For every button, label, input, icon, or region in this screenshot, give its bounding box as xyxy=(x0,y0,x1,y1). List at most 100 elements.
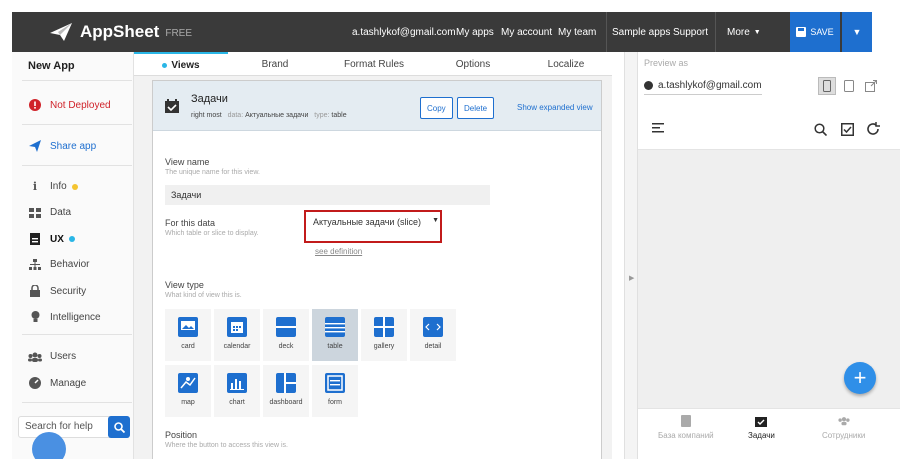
view-type-hint: What kind of view this is. xyxy=(165,292,242,299)
sidebar-item-behavior[interactable]: Behavior xyxy=(28,259,89,270)
view-type-card[interactable]: card xyxy=(165,309,211,361)
preview-collapse-toggle[interactable]: ▶ xyxy=(624,52,638,459)
plan-tier: FREE xyxy=(165,28,193,39)
view-type: table xyxy=(331,112,347,119)
copy-view-button[interactable]: Copy xyxy=(420,97,453,119)
nav-sample-apps[interactable]: Sample apps xyxy=(612,27,670,38)
map-icon xyxy=(178,373,198,393)
chat-support-button[interactable] xyxy=(32,432,66,459)
data-source-value: Актуальные задачи (slice) xyxy=(313,217,421,227)
save-button[interactable]: SAVE xyxy=(790,12,840,52)
help-search-input[interactable]: Search for help xyxy=(18,416,116,438)
users-icon xyxy=(28,352,42,362)
search-icon xyxy=(113,421,125,433)
open-in-new-window-button[interactable] xyxy=(862,77,880,95)
view-type-dashboard[interactable]: dashboard xyxy=(263,365,309,417)
sidebar-item-intelligence[interactable]: Intelligence xyxy=(28,311,101,323)
caret-right-icon: ▶ xyxy=(629,275,635,282)
bottom-nav-label: Задачи xyxy=(748,431,775,440)
bottom-nav-companies[interactable]: База компаний xyxy=(658,415,714,440)
view-type-label: gallery xyxy=(373,343,395,350)
top-nav: AppSheet FREE a.tashlykof@gmail.com My a… xyxy=(12,12,872,52)
sidebar-item-label: Data xyxy=(50,207,72,218)
nav-my-team[interactable]: My team xyxy=(558,27,596,38)
see-definition-link[interactable]: see definition xyxy=(315,247,362,256)
bottom-nav-tasks[interactable]: Задачи xyxy=(748,415,775,440)
deploy-status[interactable]: Not Deployed xyxy=(28,99,111,111)
account-email[interactable]: a.tashlykof@gmail.com xyxy=(352,27,456,38)
preview-user-select[interactable]: a.tashlykof@gmail.com xyxy=(644,80,762,95)
view-type-form[interactable]: form xyxy=(312,365,358,417)
sidebar-item-data[interactable]: Data xyxy=(28,207,71,218)
users-icon xyxy=(838,417,850,426)
share-app[interactable]: Share app xyxy=(28,140,96,152)
more-menu-button[interactable]: More ▼ xyxy=(727,27,761,38)
checkbox-select-icon[interactable] xyxy=(841,123,854,136)
preview-user-value: a.tashlykof@gmail.com xyxy=(658,80,762,91)
view-name-label: View name xyxy=(165,157,210,167)
divider xyxy=(22,334,132,335)
view-type-map[interactable]: map xyxy=(165,365,211,417)
view-type-label: card xyxy=(181,343,195,350)
view-type-detail[interactable]: detail xyxy=(410,309,456,361)
data-source-select[interactable]: Актуальные задачи (slice) ▼ xyxy=(313,217,439,227)
view-card-header[interactable]: Задачи right most data: Актуальные задач… xyxy=(153,81,601,131)
show-expanded-view-link[interactable]: Show expanded view xyxy=(517,103,593,112)
help-search-button[interactable] xyxy=(108,416,130,438)
tab-brand[interactable]: Brand xyxy=(228,52,322,76)
sidebar-item-label: Security xyxy=(50,285,87,297)
delete-view-button[interactable]: Delete xyxy=(457,97,495,119)
refresh-icon[interactable] xyxy=(866,122,880,136)
view-type-table[interactable]: table xyxy=(312,309,358,361)
phone-device-button[interactable] xyxy=(818,77,836,95)
sidebar-item-info[interactable]: i Info xyxy=(28,180,78,193)
sidebar-item-label: Behavior xyxy=(50,259,90,270)
views-editor: Задачи right most data: Актуальные задач… xyxy=(134,76,612,459)
nav-my-apps[interactable]: My apps xyxy=(456,27,494,38)
chart-icon xyxy=(227,373,247,393)
external-link-icon xyxy=(865,80,877,92)
tab-format-rules[interactable]: Format Rules xyxy=(322,52,426,76)
sidebar-item-security[interactable]: Security xyxy=(28,285,86,297)
plus-icon: + xyxy=(853,365,867,390)
view-type-chart[interactable]: chart xyxy=(214,365,260,417)
tab-label: Brand xyxy=(261,58,289,70)
tablet-device-button[interactable] xyxy=(840,77,858,95)
nav-support[interactable]: Support xyxy=(673,27,708,38)
bottom-nav-employees[interactable]: Сотрудники xyxy=(822,415,865,440)
tab-label: Localize xyxy=(547,58,585,70)
appsheet-logo-icon xyxy=(50,23,72,41)
view-type-calendar[interactable]: calendar xyxy=(214,309,260,361)
tab-localize[interactable]: Localize xyxy=(520,52,612,76)
user-circle-icon xyxy=(644,81,653,90)
sidebar-item-manage[interactable]: Manage xyxy=(28,377,86,389)
add-record-button[interactable]: + xyxy=(844,362,876,394)
device-switcher xyxy=(818,77,884,95)
view-name-value: Задачи xyxy=(171,190,202,200)
data-source-hint: Which table or slice to display. xyxy=(165,230,259,237)
view-type-deck[interactable]: deck xyxy=(263,309,309,361)
view-type-label: map xyxy=(181,399,195,406)
sidebar-item-label: Intelligence xyxy=(50,311,101,323)
app-header xyxy=(638,110,900,150)
search-icon[interactable] xyxy=(814,123,827,136)
menu-icon[interactable] xyxy=(652,123,664,133)
tab-options[interactable]: Options xyxy=(426,52,520,76)
view-name-input[interactable]: Задачи xyxy=(165,185,490,205)
view-type-label: deck xyxy=(278,343,294,350)
view-type-label: View type xyxy=(165,280,204,290)
brand[interactable]: AppSheet FREE xyxy=(48,21,192,43)
help-search-placeholder: Search for help xyxy=(25,421,93,432)
dashboard-gauge-icon xyxy=(28,377,42,389)
sidebar-item-users[interactable]: Users xyxy=(28,351,76,362)
preview-as-label: Preview as xyxy=(644,58,689,68)
tab-views[interactable]: Views xyxy=(134,52,228,76)
view-type-gallery[interactable]: gallery xyxy=(361,309,407,361)
tablet-icon xyxy=(844,80,854,92)
sidebar-item-ux[interactable]: UX xyxy=(28,233,75,245)
view-type-label: form xyxy=(328,399,342,406)
nav-my-account[interactable]: My account xyxy=(501,27,552,38)
ux-dot xyxy=(68,236,75,242)
save-options-button[interactable]: ▼ xyxy=(842,12,872,52)
table-icon xyxy=(325,317,345,337)
